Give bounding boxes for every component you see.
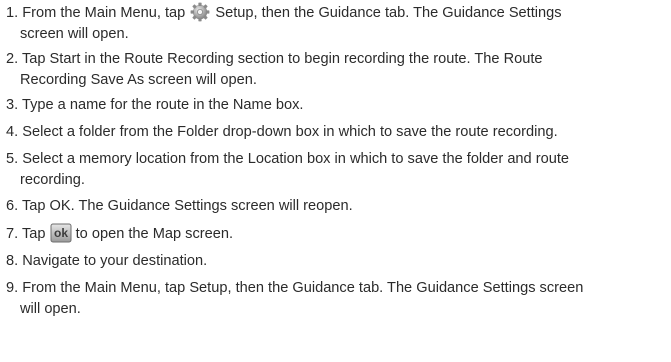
step-9-line-1: 9. From the Main Menu, tap Setup, then t…	[6, 278, 668, 299]
step-text: to open the Map screen.	[75, 226, 234, 242]
step-8: 8. Navigate to your destination.	[6, 251, 668, 272]
step-number: 1.	[6, 5, 19, 21]
ok-button-icon: ok	[50, 223, 72, 243]
step-6: 6. Tap OK. The Guidance Settings screen …	[6, 196, 668, 217]
step-text: From the Main Menu, tap Setup, then the …	[22, 280, 584, 296]
step-number: 2.	[6, 51, 19, 67]
step-text: From the Main Menu, tap	[22, 5, 190, 21]
step-text: Type a name for the route in the Name bo…	[21, 97, 304, 113]
step-4-line-1: 4. Select a folder from the Folder drop-…	[6, 122, 668, 143]
step-2-line-1: 2. Tap Start in the Route Recording sect…	[6, 49, 668, 70]
step-number: 5.	[6, 151, 19, 167]
step-text: Tap Start in the Route Recording section…	[21, 51, 543, 67]
step-9: 9. From the Main Menu, tap Setup, then t…	[6, 278, 668, 320]
step-4: 4. Select a folder from the Folder drop-…	[6, 122, 668, 143]
step-text: Tap OK. The Guidance Settings screen wil…	[21, 198, 353, 214]
step-number: 8.	[6, 253, 19, 269]
step-7-line-1: 7. Tap ok to open the Map screen.	[6, 223, 668, 245]
step-number: 4.	[6, 124, 19, 140]
step-text: Select a memory location from the Locati…	[22, 151, 569, 167]
step-number: 3.	[6, 97, 19, 113]
step-6-line-1: 6. Tap OK. The Guidance Settings screen …	[6, 196, 668, 217]
step-1: 1. From the Main Menu, tap Setup, then t…	[6, 2, 668, 45]
step-text: Tap	[21, 226, 50, 242]
step-3-line-1: 3. Type a name for the route in the Name…	[6, 95, 668, 116]
step-5: 5. Select a memory location from the Loc…	[6, 149, 668, 191]
setup-gear-icon	[189, 2, 211, 22]
svg-text:ok: ok	[54, 226, 68, 240]
step-number: 9.	[6, 280, 19, 296]
step-2-line-2: Recording Save As screen will open.	[20, 72, 257, 88]
step-text: Navigate to your destination.	[22, 253, 208, 269]
step-8-line-1: 8. Navigate to your destination.	[6, 251, 668, 272]
step-3: 3. Type a name for the route in the Name…	[6, 95, 668, 116]
step-1-line-2: screen will open.	[20, 26, 129, 42]
step-number: 7.	[6, 226, 19, 242]
step-text: Select a folder from the Folder drop-dow…	[22, 124, 558, 140]
step-5-line-2: recording.	[20, 172, 85, 188]
step-text: Setup, then the Guidance tab. The Guidan…	[215, 5, 562, 21]
step-2: 2. Tap Start in the Route Recording sect…	[6, 49, 668, 91]
step-5-line-1: 5. Select a memory location from the Loc…	[6, 149, 668, 170]
step-number: 6.	[6, 198, 19, 214]
step-1-line-1: 1. From the Main Menu, tap Setup, then t…	[6, 2, 668, 24]
step-7: 7. Tap ok to open the Map screen.	[6, 223, 668, 245]
step-9-line-2: will open.	[20, 301, 81, 317]
